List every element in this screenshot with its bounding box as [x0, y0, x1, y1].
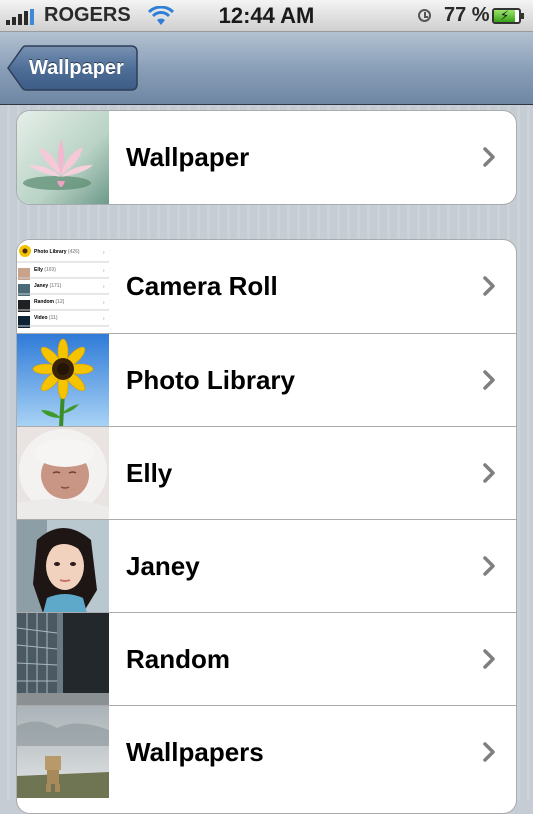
preview-item-count: (11) — [48, 315, 58, 321]
preview-item-label: Random — [34, 299, 54, 305]
preview-item-label: Video — [34, 315, 48, 321]
list-item-janey[interactable]: Janey — [17, 519, 516, 612]
lotus-flower-thumbnail — [17, 111, 109, 204]
list-item-label: Wallpapers — [126, 737, 264, 767]
preview-item-count: (103) — [44, 267, 56, 273]
back-button[interactable]: Wallpaper — [7, 45, 138, 91]
list-item-camera-roll[interactable]: › › › › › Photo Library (426) Elly (103) Ja… — [17, 240, 516, 333]
camera-roll-list-thumbnail: › › › › › Photo Library (426) Elly (103) Ja… — [17, 240, 109, 333]
back-button-label: Wallpaper — [29, 57, 124, 79]
list-item-random[interactable]: Random — [17, 612, 516, 705]
preview-item-label: Photo Library — [34, 249, 67, 255]
building-thumbnail — [17, 613, 109, 705]
chevron-right-icon — [483, 370, 495, 390]
chevron-right-icon — [483, 649, 495, 669]
chevron-right-icon — [483, 742, 495, 762]
portrait-thumbnail — [17, 520, 109, 612]
list-item-elly[interactable]: Elly — [17, 426, 516, 519]
chevron-right-icon — [483, 556, 495, 576]
list-item-photo-library[interactable]: Photo Library — [17, 333, 516, 426]
list-item-label: Elly — [126, 458, 173, 488]
preview-item-label: Janey — [34, 283, 49, 289]
current-wallpaper-group: Wallpaper — [16, 110, 517, 205]
danbo-thumbnail — [17, 706, 109, 798]
preview-item-count: (171) — [49, 283, 62, 289]
list-item-label: Random — [126, 644, 230, 674]
list-item-label: Janey — [126, 551, 200, 581]
list-item-label: Photo Library — [126, 365, 296, 395]
content-area: Wallpaper › › › › › Photo Library (426) … — [0, 105, 533, 814]
status-bar: ROGERS 12:44 AM 77 % ⚡ — [0, 0, 533, 32]
battery-charging-icon: ⚡ — [492, 8, 525, 24]
list-item-label: Wallpaper — [126, 142, 250, 172]
chevron-right-icon — [483, 147, 495, 167]
baby-thumbnail — [17, 427, 109, 519]
preview-item-count: (12) — [55, 299, 65, 305]
list-item-label: Camera Roll — [126, 271, 278, 301]
preview-item-count: (426) — [67, 249, 80, 255]
navigation-bar: Wallpaper — [0, 32, 533, 105]
list-item-wallpapers[interactable]: Wallpapers — [17, 705, 516, 798]
sunflower-thumbnail — [17, 334, 109, 426]
preview-item-label: Elly — [34, 267, 43, 273]
alarm-clock-icon — [418, 9, 431, 22]
battery-percent: 77 % — [444, 4, 490, 26]
chevron-right-icon — [483, 463, 495, 483]
albums-group: › › › › › Photo Library (426) Elly (103) Ja… — [16, 239, 517, 814]
chevron-right-icon — [483, 276, 495, 296]
list-item-wallpaper[interactable]: Wallpaper — [17, 111, 516, 204]
